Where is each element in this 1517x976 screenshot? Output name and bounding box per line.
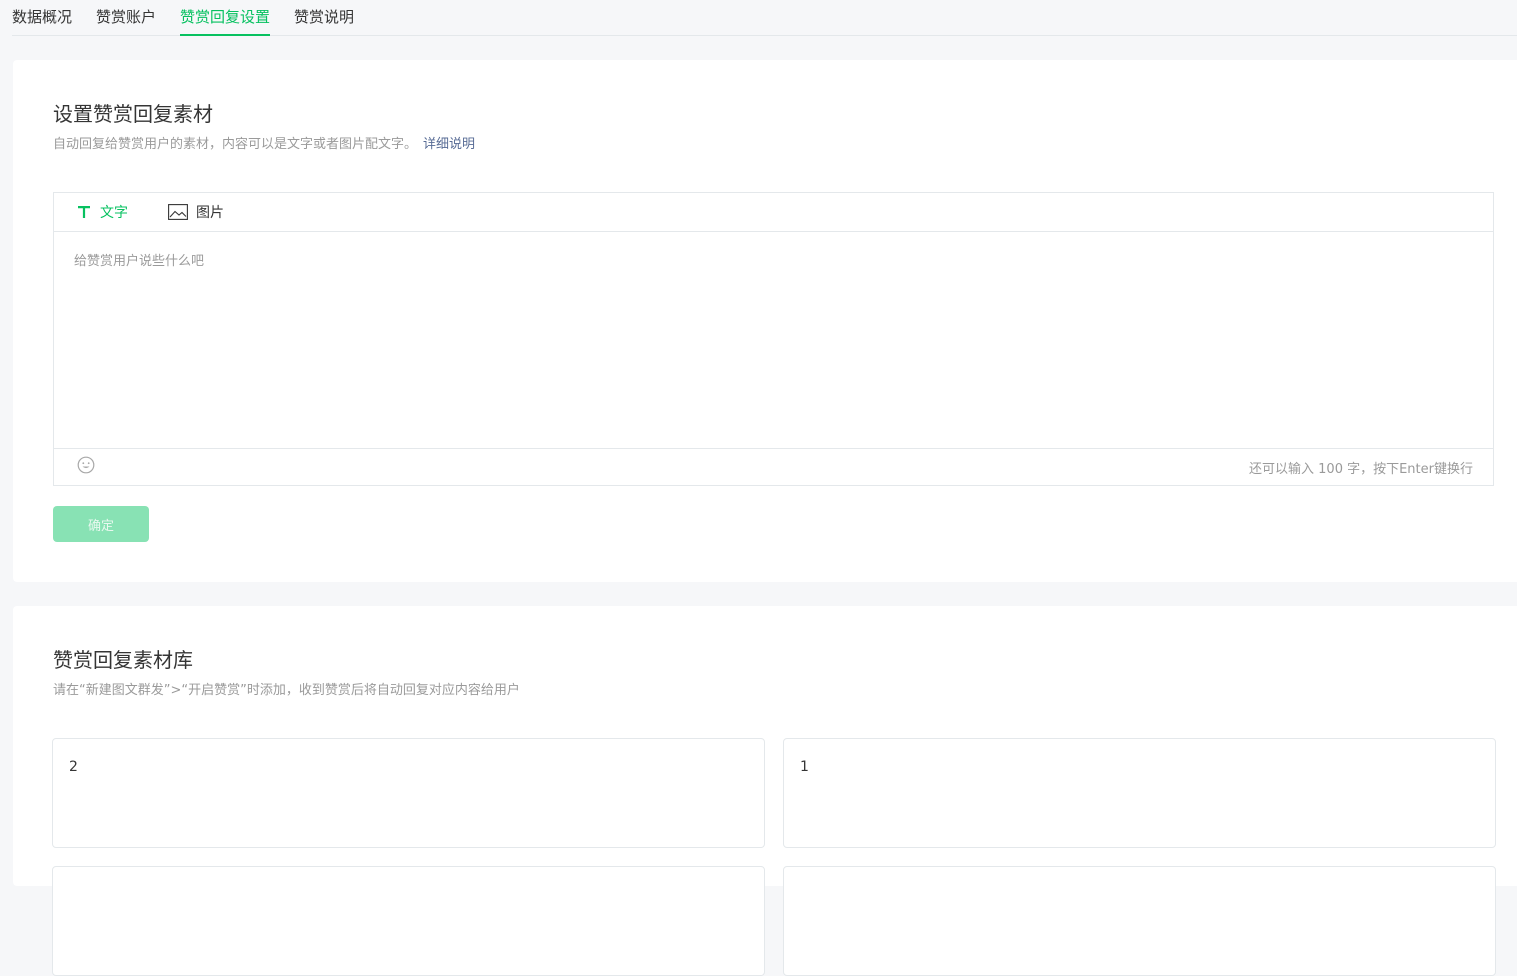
reply-placeholder: 给赞赏用户说些什么吧 <box>74 254 205 269</box>
library-item[interactable]: 2 <box>52 738 765 848</box>
editor-tab-text[interactable]: 文字 <box>76 202 128 222</box>
emoji-icon[interactable] <box>77 456 95 478</box>
image-icon <box>168 204 188 220</box>
editor-tab-image-label: 图片 <box>196 205 224 221</box>
tab-reward-reply-settings[interactable]: 赞赏回复设置 <box>180 0 271 36</box>
editor-footer: 还可以输入 100 字，按下Enter键换行 <box>54 448 1493 485</box>
tab-reward-account[interactable]: 赞赏账户 <box>96 0 156 35</box>
reply-text-area[interactable]: 给赞赏用户说些什么吧 <box>54 232 1493 448</box>
page-title: 设置赞赏回复素材 <box>53 102 213 126</box>
tab-reward-help[interactable]: 赞赏说明 <box>294 0 354 35</box>
library-item-text: 2 <box>69 759 78 775</box>
char-counter: 还可以输入 100 字，按下Enter键换行 <box>1249 461 1473 477</box>
library-description: 请在“新建图文群发”>“开启赞赏”时添加，收到赞赏后将自动回复对应内容给用户 <box>53 683 520 698</box>
detail-link[interactable]: 详细说明 <box>423 137 475 152</box>
library-item[interactable] <box>52 866 765 976</box>
confirm-button[interactable]: 确定 <box>53 506 149 542</box>
reply-library-card: 赞赏回复素材库 请在“新建图文群发”>“开启赞赏”时添加，收到赞赏后将自动回复对… <box>13 606 1517 976</box>
reply-material-description: 自动回复给赞赏用户的素材，内容可以是文字或者图片配文字。 详细说明 <box>53 133 475 152</box>
library-item[interactable]: 1 <box>783 738 1496 848</box>
editor-type-tabs: 文字 图片 <box>54 193 1493 232</box>
editor-tab-text-label: 文字 <box>100 205 128 221</box>
description-text: 自动回复给赞赏用户的素材，内容可以是文字或者图片配文字。 <box>53 137 418 152</box>
tab-data-overview[interactable]: 数据概况 <box>12 0 72 35</box>
library-item[interactable] <box>783 866 1496 976</box>
library-item-text: 1 <box>800 759 809 775</box>
top-tabs: 数据概况 赞赏账户 赞赏回复设置 赞赏说明 <box>12 0 1517 36</box>
editor-tab-image[interactable]: 图片 <box>168 202 224 222</box>
library-title: 赞赏回复素材库 <box>53 648 193 672</box>
reply-editor: 文字 图片 给赞赏用户说些什么吧 还可以输入 100 字，按下Enter键换行 <box>53 192 1494 486</box>
reply-material-card: 设置赞赏回复素材 自动回复给赞赏用户的素材，内容可以是文字或者图片配文字。 详细说… <box>13 60 1517 582</box>
text-icon <box>76 204 92 220</box>
